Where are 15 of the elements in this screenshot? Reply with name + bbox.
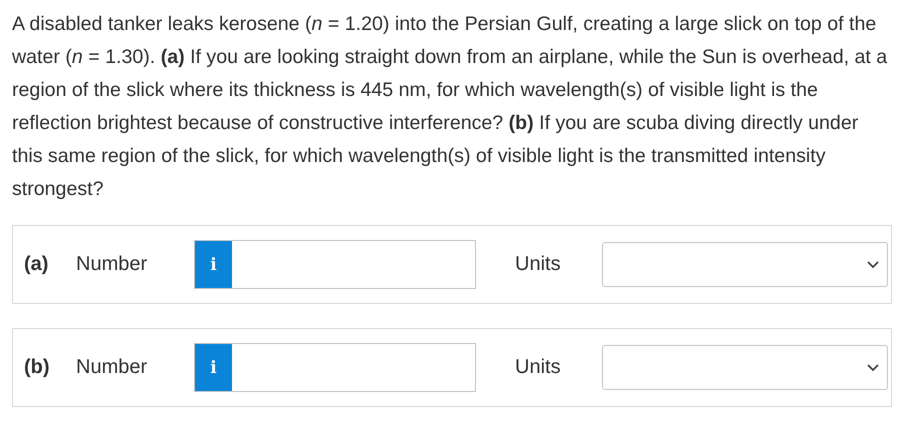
part-label: (a) xyxy=(24,253,50,276)
chevron-down-icon xyxy=(867,364,879,372)
info-button[interactable]: i xyxy=(195,241,232,288)
chevron-down-icon xyxy=(867,260,879,268)
number-field[interactable]: i xyxy=(194,343,476,392)
units-label: Units xyxy=(515,253,562,276)
units-dropdown[interactable] xyxy=(602,242,888,287)
field-label: Number xyxy=(76,356,148,379)
units-dropdown[interactable] xyxy=(602,345,888,390)
units-label: Units xyxy=(515,356,562,379)
field-label: Number xyxy=(76,253,148,276)
number-field[interactable]: i xyxy=(194,240,476,289)
question-text: A disabled tanker leaks kerosene (n = 1.20) into the Persian Gulf, creating a large slick on top of the water (n = 1.30). (a) If you are looking straight down from an airplane, while the Sun is overhead, at a region of the slick where its thickness is 445 nm, for which wavelength(s) of visible light is the reflection brightest because of constructive interference? (b) If you are scuba diving directly under this same region of the slick, for which wavelength(s) of visible light is the transmitted intensity strongest? xyxy=(12,12,888,202)
info-button[interactable]: i xyxy=(195,344,232,391)
part-label: (b) xyxy=(24,356,51,379)
